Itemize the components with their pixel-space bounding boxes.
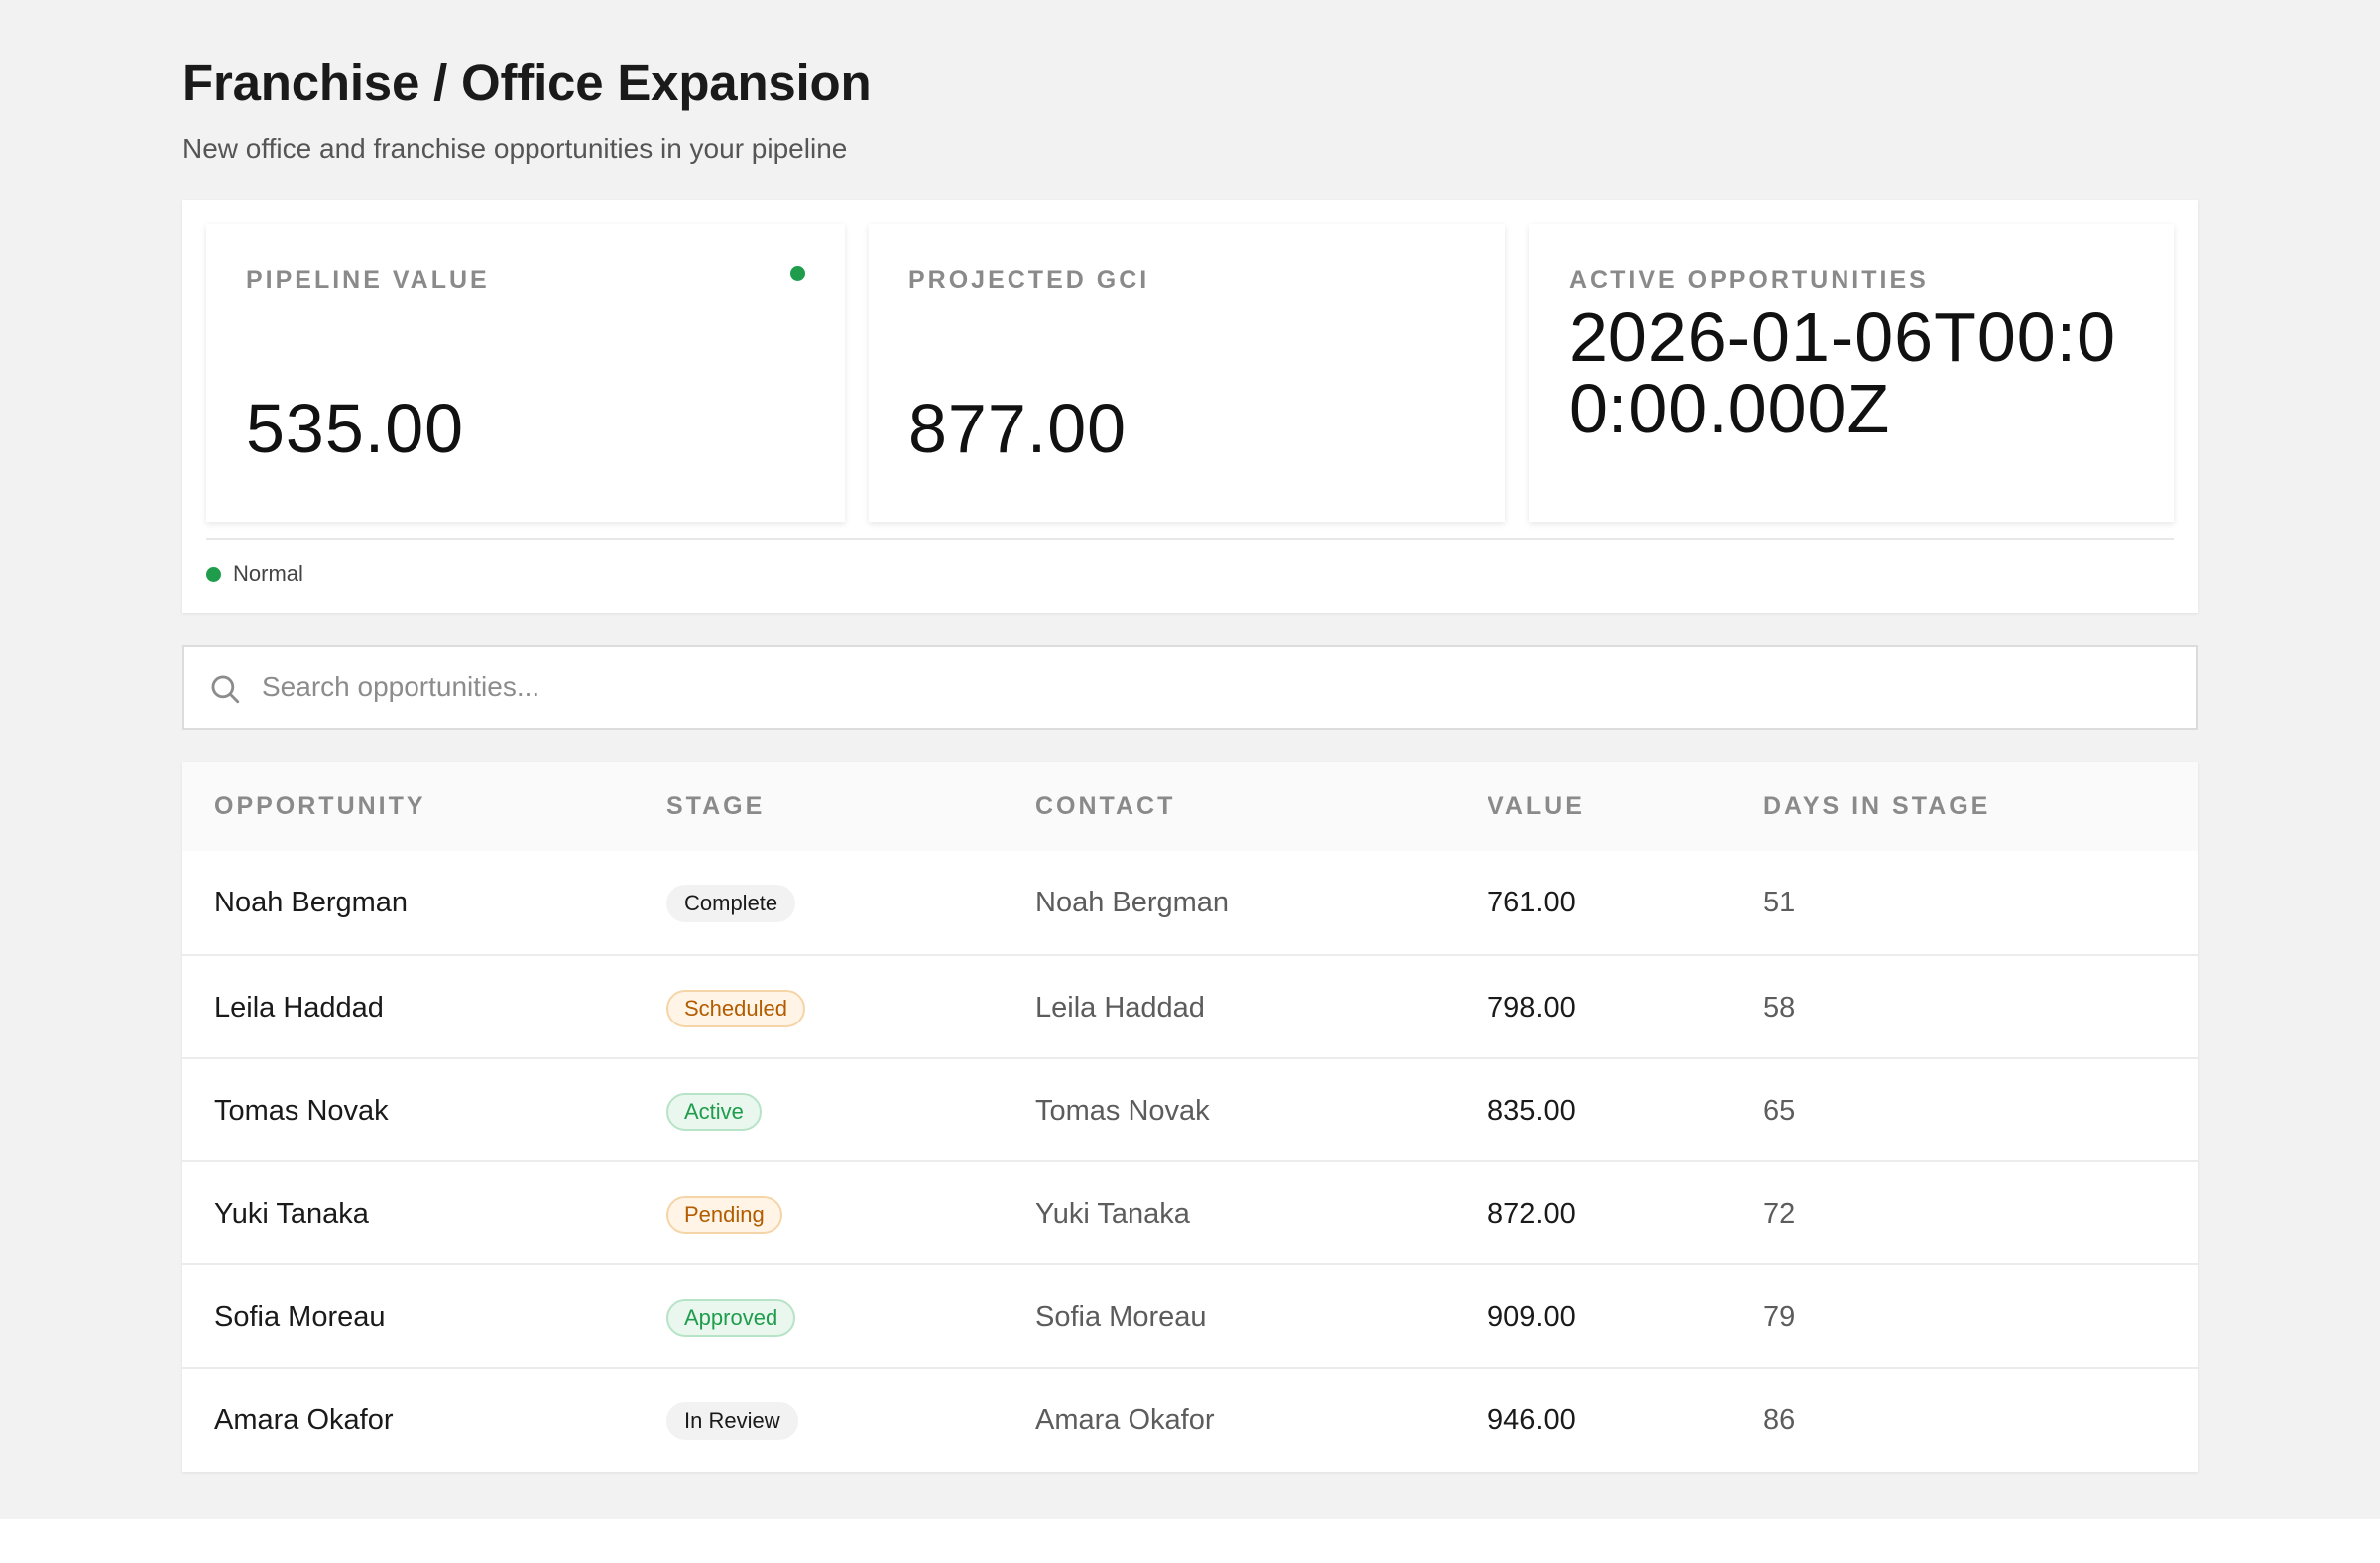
column-header-stage[interactable]: STAGE	[666, 762, 765, 851]
table-header: OPPORTUNITY STAGE CONTACT VALUE DAYS IN …	[182, 762, 2198, 851]
value-cell: 761.00	[1488, 887, 1576, 918]
column-header-contact[interactable]: CONTACT	[1035, 762, 1175, 851]
value-cell: 835.00	[1488, 1095, 1576, 1127]
column-header-days-in-stage[interactable]: DAYS IN STAGE	[1763, 762, 1990, 851]
days-cell: 58	[1763, 992, 1796, 1023]
search-icon	[211, 675, 240, 704]
days-cell: 51	[1763, 887, 1796, 918]
column-header-opportunity[interactable]: OPPORTUNITY	[214, 762, 426, 851]
contact-name: Noah Bergman	[1035, 887, 1230, 918]
metric-label: PROJECTED GCI	[908, 266, 1150, 294]
status-dot	[790, 266, 805, 281]
search-box	[182, 645, 2198, 730]
value-cell: 909.00	[1488, 1301, 1576, 1333]
value-cell: 946.00	[1488, 1404, 1576, 1436]
legend-dot	[206, 566, 221, 582]
stage-badge: Approved	[666, 1299, 796, 1337]
days-cell: 65	[1763, 1095, 1796, 1127]
metric-card-projected-gci: PROJECTED GCI 877.00	[869, 224, 1505, 522]
opportunity-name: Leila Haddad	[214, 992, 384, 1023]
metric-value: 877.00	[908, 390, 1128, 467]
main-content: Franchise / Office Expansion New office …	[182, 50, 2198, 1472]
metrics-panel: PIPELINE VALUE 535.00 PROJECTED GCI 877.…	[182, 200, 2198, 613]
metric-card-active-opportunities: ACTIVE OPPORTUNITIES 2026-01-06T00:00:00…	[1529, 224, 2174, 522]
page-subtitle: New office and franchise opportunities i…	[182, 133, 848, 164]
stage-badge: In Review	[666, 1402, 798, 1440]
page-title: Franchise / Office Expansion	[182, 55, 872, 111]
column-header-value[interactable]: VALUE	[1488, 762, 1585, 851]
value-cell: 798.00	[1488, 992, 1576, 1023]
contact-name: Leila Haddad	[1035, 992, 1205, 1023]
table-row[interactable]: Tomas Novak Active Tomas Novak 835.00 65	[182, 1057, 2198, 1160]
table-row[interactable]: Sofia Moreau Approved Sofia Moreau 909.0…	[182, 1263, 2198, 1367]
contact-name: Yuki Tanaka	[1035, 1198, 1190, 1230]
metric-label: PIPELINE VALUE	[246, 266, 490, 294]
metric-value: 535.00	[246, 390, 465, 467]
opportunity-name: Tomas Novak	[214, 1095, 389, 1127]
metric-label: ACTIVE OPPORTUNITIES	[1569, 266, 1929, 294]
search-input[interactable]	[262, 647, 2146, 728]
metric-value: 2026-01-06T00:00:00.000Z	[1569, 299, 2117, 447]
opportunity-name: Yuki Tanaka	[214, 1198, 369, 1230]
stage-badge: Complete	[666, 885, 796, 922]
stage-badge: Pending	[666, 1196, 782, 1234]
days-cell: 79	[1763, 1301, 1796, 1333]
metric-card-pipeline-value: PIPELINE VALUE 535.00	[206, 224, 845, 522]
contact-name: Tomas Novak	[1035, 1095, 1210, 1127]
opportunity-name: Sofia Moreau	[214, 1301, 386, 1333]
stage-badge: Scheduled	[666, 990, 805, 1027]
opportunities-table: OPPORTUNITY STAGE CONTACT VALUE DAYS IN …	[182, 762, 2198, 1472]
contact-name: Amara Okafor	[1035, 1404, 1215, 1436]
table-row[interactable]: Leila Haddad Scheduled Leila Haddad 798.…	[182, 954, 2198, 1057]
divider	[206, 538, 2174, 540]
opportunity-name: Noah Bergman	[214, 887, 409, 918]
table-row[interactable]: Noah Bergman Complete Noah Bergman 761.0…	[182, 851, 2198, 954]
table-row[interactable]: Yuki Tanaka Pending Yuki Tanaka 872.00 7…	[182, 1160, 2198, 1263]
days-cell: 86	[1763, 1404, 1796, 1436]
table-row[interactable]: Amara Okafor In Review Amara Okafor 946.…	[182, 1367, 2198, 1470]
days-cell: 72	[1763, 1198, 1796, 1230]
opportunity-name: Amara Okafor	[214, 1404, 394, 1436]
contact-name: Sofia Moreau	[1035, 1301, 1207, 1333]
legend: Normal	[206, 559, 303, 589]
value-cell: 872.00	[1488, 1198, 1576, 1230]
legend-label: Normal	[233, 561, 303, 586]
stage-badge: Active	[666, 1093, 762, 1131]
